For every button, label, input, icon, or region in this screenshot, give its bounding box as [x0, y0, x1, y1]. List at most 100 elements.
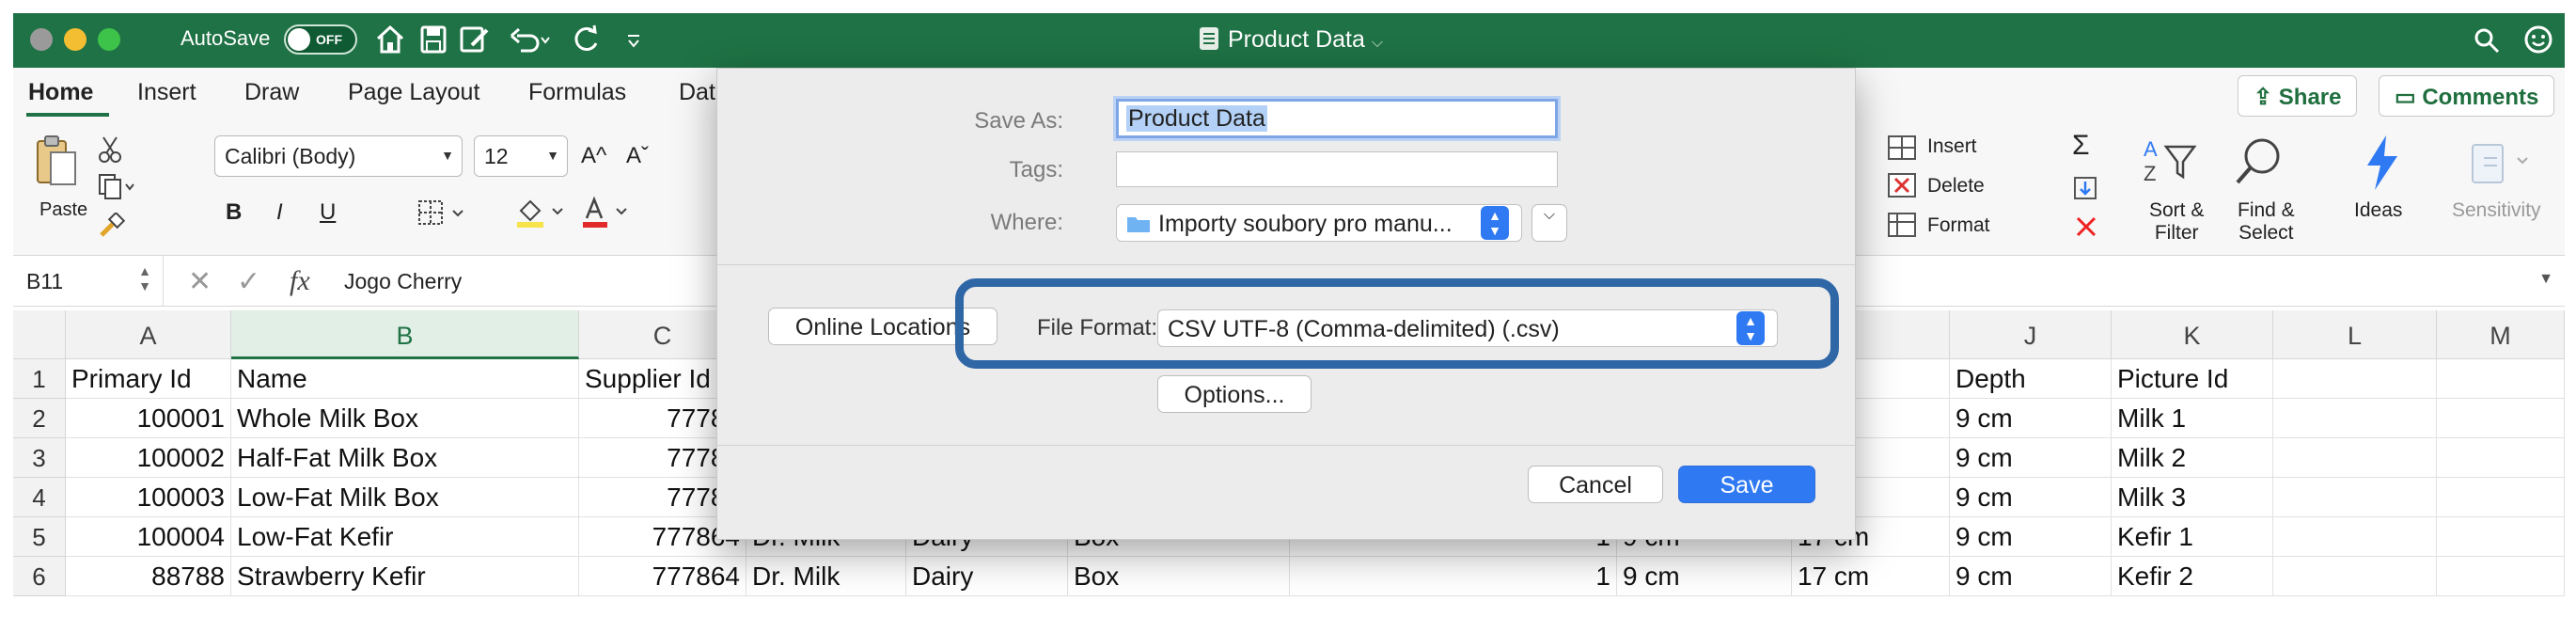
undo-icon[interactable]	[508, 23, 553, 56]
tab-draw[interactable]: Draw	[244, 79, 299, 106]
tab-insert[interactable]: Insert	[137, 79, 196, 106]
comments-button[interactable]: ▭ Comments	[2379, 75, 2555, 117]
table-cell[interactable]: Primary Id	[66, 359, 231, 399]
table-cell[interactable]	[2273, 438, 2437, 478]
table-cell[interactable]: Dr. Milk	[746, 557, 906, 596]
table-cell[interactable]: 9 cm	[1950, 517, 2112, 557]
table-cell[interactable]: 100001	[66, 399, 231, 438]
delete-cells-button[interactable]: Delete	[1927, 175, 1985, 198]
table-cell[interactable]: Kefir 1	[2112, 517, 2273, 557]
table-cell[interactable]: Dairy	[906, 557, 1068, 596]
fill-color-icon[interactable]	[515, 196, 572, 229]
feedback-smiley-icon[interactable]	[2523, 24, 2553, 55]
column-header-k[interactable]: K	[2112, 310, 2273, 359]
table-cell[interactable]	[2273, 359, 2437, 399]
column-header-l[interactable]: L	[2273, 310, 2437, 359]
find-select-button[interactable]: Find & Select	[2238, 199, 2295, 245]
insert-function-icon[interactable]: fx	[290, 265, 310, 297]
table-cell[interactable]: 9 cm	[1617, 557, 1792, 596]
zoom-window-button[interactable]	[98, 28, 120, 51]
ideas-button[interactable]: Ideas	[2354, 199, 2402, 222]
table-cell[interactable]: Strawberry Kefir	[231, 557, 579, 596]
table-cell[interactable]	[2437, 438, 2565, 478]
bold-button[interactable]: B	[226, 199, 242, 226]
table-cell[interactable]	[2273, 399, 2437, 438]
expand-formula-bar-icon[interactable]: ▼	[2538, 271, 2553, 288]
customize-toolbar-icon[interactable]	[624, 23, 643, 56]
table-cell[interactable]: Picture Id	[2112, 359, 2273, 399]
table-cell[interactable]	[2437, 517, 2565, 557]
row-header[interactable]: 2	[13, 399, 66, 438]
table-cell[interactable]: Milk 2	[2112, 438, 2273, 478]
table-cell[interactable]	[2437, 478, 2565, 517]
row-header[interactable]: 6	[13, 557, 66, 596]
clear-icon[interactable]	[2074, 214, 2098, 239]
insert-cells-button[interactable]: Insert	[1927, 135, 1977, 158]
format-painter-icon[interactable]	[98, 213, 126, 241]
table-cell[interactable]	[2437, 359, 2565, 399]
cancel-entry-icon[interactable]: ✕	[188, 265, 212, 298]
name-box-stepper-icon[interactable]: ▲ ▼	[138, 263, 151, 293]
tab-page-layout[interactable]: Page Layout	[348, 79, 479, 106]
confirm-entry-icon[interactable]: ✓	[237, 265, 260, 298]
table-cell[interactable]: 1	[1290, 557, 1617, 596]
shrink-font-button[interactable]: Aˇ	[626, 143, 649, 169]
expand-dialog-button[interactable]: ⌵	[1531, 204, 1567, 242]
paste-label[interactable]: Paste	[39, 199, 87, 221]
row-header[interactable]: 3	[13, 438, 66, 478]
column-header-m[interactable]: M	[2437, 310, 2565, 359]
table-cell[interactable]: 9 cm	[1950, 557, 2112, 596]
cancel-button[interactable]: Cancel	[1528, 466, 1663, 503]
table-cell[interactable]: 100003	[66, 478, 231, 517]
save-as-field[interactable]: Product Data	[1116, 99, 1558, 138]
options-button[interactable]: Options...	[1157, 375, 1312, 413]
table-cell[interactable]	[2273, 557, 2437, 596]
tab-data[interactable]: Dat	[679, 79, 715, 106]
close-window-button[interactable]	[30, 28, 53, 51]
row-header[interactable]: 5	[13, 517, 66, 557]
grow-font-button[interactable]: A^	[581, 143, 606, 169]
row-header[interactable]: 1	[13, 359, 66, 399]
font-size-combo[interactable]: 12 ▼	[474, 135, 568, 177]
where-stepper-icon[interactable]: ▲ ▼	[1481, 206, 1509, 240]
where-popup[interactable]: Importy soubory pro manu...	[1116, 204, 1522, 242]
tags-field[interactable]	[1116, 151, 1558, 187]
table-cell[interactable]: 777864	[579, 557, 746, 596]
search-icon[interactable]	[2473, 26, 2501, 55]
table-cell[interactable]: 9 cm	[1950, 399, 2112, 438]
table-cell[interactable]: Whole Milk Box	[231, 399, 579, 438]
table-cell[interactable]: Depth	[1950, 359, 2112, 399]
edit-document-icon[interactable]	[459, 23, 493, 56]
italic-button[interactable]: I	[276, 199, 283, 226]
table-cell[interactable]: 100004	[66, 517, 231, 557]
underline-button[interactable]: U	[320, 199, 336, 226]
font-color-icon[interactable]	[581, 196, 634, 229]
select-all-corner[interactable]	[13, 310, 66, 359]
copy-icon[interactable]	[98, 173, 135, 199]
table-cell[interactable]	[2437, 399, 2565, 438]
fill-down-icon[interactable]	[2072, 175, 2100, 203]
column-header-a[interactable]: A	[66, 310, 231, 359]
redo-icon[interactable]	[570, 23, 604, 56]
table-cell[interactable]: Kefir 2	[2112, 557, 2273, 596]
sort-filter-button[interactable]: Sort & Filter	[2149, 199, 2204, 245]
column-header-b[interactable]: B	[231, 310, 579, 359]
autosum-icon[interactable]: Σ	[2072, 130, 2090, 162]
table-cell[interactable]: Milk 1	[2112, 399, 2273, 438]
table-cell[interactable]: Milk 3	[2112, 478, 2273, 517]
home-icon[interactable]	[374, 23, 406, 56]
borders-icon[interactable]	[417, 199, 470, 228]
table-cell[interactable]	[2273, 517, 2437, 557]
share-button[interactable]: ⇪ Share	[2238, 75, 2358, 117]
table-cell[interactable]	[2437, 557, 2565, 596]
save-icon[interactable]	[419, 23, 448, 56]
table-cell[interactable]: 9 cm	[1950, 478, 2112, 517]
table-cell[interactable]: 100002	[66, 438, 231, 478]
paste-icon[interactable]	[36, 134, 77, 188]
tab-home[interactable]: Home	[28, 79, 93, 106]
minimize-window-button[interactable]	[64, 28, 86, 51]
table-cell[interactable]: Low-Fat Kefir	[231, 517, 579, 557]
column-header-j[interactable]: J	[1950, 310, 2112, 359]
row-header[interactable]: 4	[13, 478, 66, 517]
table-cell[interactable]	[2273, 478, 2437, 517]
